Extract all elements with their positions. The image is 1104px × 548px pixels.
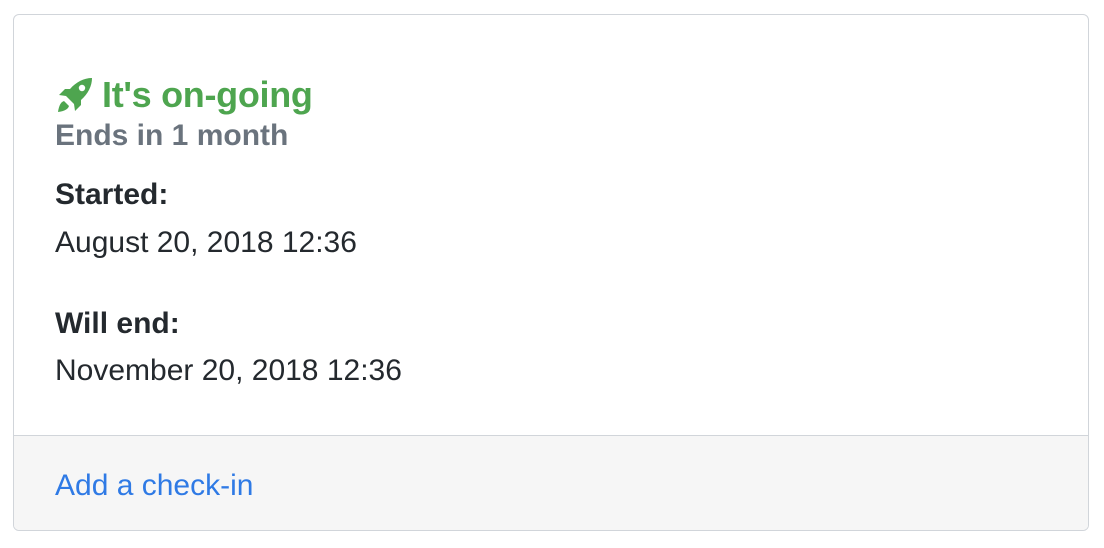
card-footer: Add a check-in [14, 435, 1088, 530]
status-title: It's on-going [102, 74, 313, 115]
will-end-value: November 20, 2018 12:36 [55, 354, 402, 387]
started-label: Started: [55, 178, 169, 211]
rocket-icon [55, 75, 95, 115]
card-body: It's on-going Ends in 1 month Started: A… [14, 15, 1088, 435]
will-end-label: Will end: [55, 307, 180, 340]
event-card: It's on-going Ends in 1 month Started: A… [13, 14, 1089, 531]
ends-in-text: Ends in 1 month [55, 119, 289, 152]
status-heading: It's on-going [55, 70, 313, 120]
add-check-in-link[interactable]: Add a check-in [55, 466, 253, 506]
started-value: August 20, 2018 12:36 [55, 226, 357, 259]
